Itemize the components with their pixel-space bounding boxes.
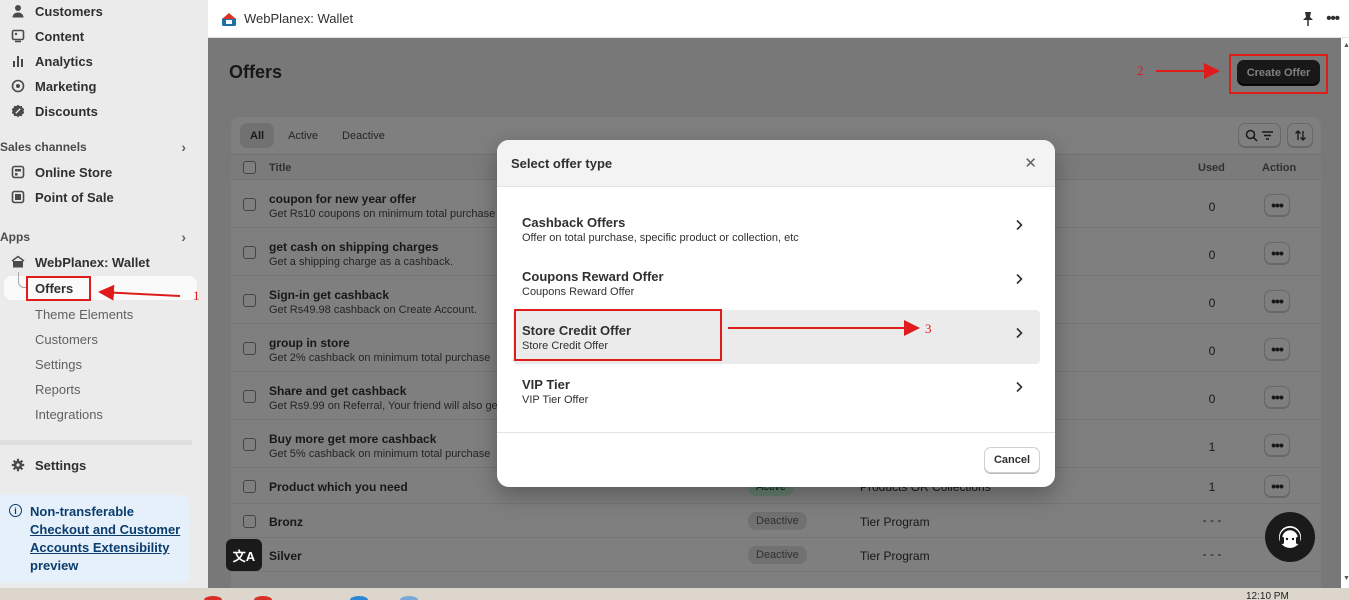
app-title: WebPlanex: Wallet bbox=[244, 11, 354, 26]
taskbar-app-icon[interactable] bbox=[350, 596, 368, 600]
sidebar-item-discounts[interactable]: Discounts bbox=[10, 100, 98, 122]
support-chat-icon[interactable] bbox=[1265, 512, 1315, 562]
sidebar-item-label: Discounts bbox=[35, 103, 98, 119]
sidebar-divider bbox=[0, 440, 192, 445]
pin-icon[interactable] bbox=[1301, 11, 1315, 27]
gear-icon bbox=[10, 458, 25, 473]
taskbar-clock: 12:10 PM bbox=[1246, 591, 1289, 600]
notice-suffix: preview bbox=[30, 558, 79, 573]
sales-channels-heading[interactable]: Sales channels › bbox=[0, 137, 200, 157]
chevron-right-icon bbox=[1016, 273, 1023, 285]
target-icon bbox=[10, 79, 25, 94]
notice-link[interactable]: Checkout and Customer Accounts Extensibi… bbox=[30, 521, 182, 557]
option-cashback-offers[interactable]: Cashback Offers Offer on total purchase,… bbox=[513, 202, 1040, 256]
apps-label: Apps bbox=[0, 230, 30, 244]
sidebar-item-label: Online Store bbox=[35, 164, 113, 180]
modal-title: Select offer type bbox=[511, 156, 613, 171]
sidebar-item-label: Content bbox=[35, 28, 85, 44]
sidebar-item-content[interactable]: Content bbox=[10, 25, 84, 47]
option-title: Cashback Offers bbox=[522, 215, 626, 230]
sales-channels-label: Sales channels bbox=[0, 140, 87, 154]
option-coupons-reward-offer[interactable]: Coupons Reward Offer Coupons Reward Offe… bbox=[513, 256, 1040, 310]
taskbar-app-icon[interactable] bbox=[254, 596, 272, 600]
app-logo-icon bbox=[222, 12, 236, 26]
option-description: Coupons Reward Offer bbox=[522, 286, 635, 298]
option-description: VIP Tier Offer bbox=[522, 394, 589, 406]
annotation-number-1: 1 bbox=[193, 288, 200, 303]
discount-icon bbox=[10, 104, 25, 119]
extensibility-notice: i Non-transferable Checkout and Customer… bbox=[0, 495, 190, 583]
sidebar-item-webplanex-wallet[interactable]: WebPlanex: Wallet bbox=[10, 251, 150, 273]
sidebar-item-label: Marketing bbox=[35, 78, 97, 94]
store-icon bbox=[10, 165, 25, 180]
apps-heading[interactable]: Apps › bbox=[0, 227, 200, 247]
sidebar-item-label: Analytics bbox=[35, 53, 93, 69]
chevron-right-icon bbox=[1016, 219, 1023, 231]
taskbar-app-icon[interactable] bbox=[204, 596, 222, 600]
sidebar-item-customers[interactable]: Customers bbox=[10, 0, 103, 22]
sidebar-subitem-reports[interactable]: Reports bbox=[35, 379, 81, 399]
sidebar-item-online-store[interactable]: Online Store bbox=[10, 161, 112, 183]
pos-icon bbox=[10, 190, 25, 205]
headset-icon bbox=[1279, 526, 1301, 548]
annotation-box-offers bbox=[26, 276, 91, 301]
app-topbar: WebPlanex: Wallet ••• bbox=[208, 0, 1349, 38]
content-icon bbox=[10, 29, 25, 44]
chevron-right-icon: › bbox=[181, 139, 186, 155]
sidebar-item-label: Customers bbox=[35, 3, 103, 19]
os-taskbar bbox=[0, 588, 1349, 600]
option-vip-tier[interactable]: VIP Tier VIP Tier Offer bbox=[513, 364, 1040, 418]
sidebar-item-label: Settings bbox=[35, 457, 87, 473]
cancel-button[interactable]: Cancel bbox=[984, 447, 1040, 473]
chevron-right-icon bbox=[1016, 381, 1023, 393]
taskbar-app-icon[interactable] bbox=[400, 596, 418, 600]
sidebar-item-analytics[interactable]: Analytics bbox=[10, 50, 93, 72]
close-icon[interactable]: ✕ bbox=[1024, 154, 1037, 172]
sidebar-item-settings[interactable]: Settings bbox=[10, 454, 86, 476]
annotation-number-2: 2 bbox=[1137, 63, 1144, 78]
sidebar-item-marketing[interactable]: Marketing bbox=[10, 75, 96, 97]
more-options-icon[interactable]: ••• bbox=[1326, 10, 1340, 27]
annotation-number-3: 3 bbox=[925, 321, 932, 336]
sidebar-subitem-integrations[interactable]: Integrations bbox=[35, 404, 103, 424]
sidebar-subitem-settings[interactable]: Settings bbox=[35, 354, 82, 374]
person-icon bbox=[10, 4, 25, 19]
scroll-up-icon[interactable]: ▲ bbox=[1343, 42, 1349, 49]
annotation-box-store-credit bbox=[514, 309, 722, 361]
option-title: Coupons Reward Offer bbox=[522, 269, 664, 284]
bar-chart-icon bbox=[10, 54, 25, 69]
chevron-right-icon bbox=[1016, 327, 1023, 339]
notice-title: Non-transferable bbox=[30, 504, 135, 519]
translate-icon[interactable]: 文A bbox=[226, 539, 262, 571]
sidebar-subitem-customers[interactable]: Customers bbox=[35, 329, 98, 349]
option-title: VIP Tier bbox=[522, 377, 570, 392]
scroll-down-icon[interactable]: ▼ bbox=[1343, 575, 1349, 582]
annotation-box-create-offer bbox=[1229, 54, 1328, 94]
app-icon bbox=[10, 255, 25, 270]
modal-footer: Cancel bbox=[497, 432, 1055, 487]
sidebar-item-point-of-sale[interactable]: Point of Sale bbox=[10, 186, 114, 208]
info-icon: i bbox=[9, 504, 22, 517]
modal-header: Select offer type ✕ bbox=[497, 140, 1055, 187]
option-description: Offer on total purchase, specific produc… bbox=[522, 232, 799, 244]
scrollbar[interactable] bbox=[1341, 38, 1349, 588]
sidebar-item-label: WebPlanex: Wallet bbox=[35, 254, 150, 270]
sidebar-subitem-theme-elements[interactable]: Theme Elements bbox=[35, 304, 133, 324]
sidebar-item-label: Point of Sale bbox=[35, 189, 114, 205]
chevron-right-icon: › bbox=[181, 229, 186, 245]
